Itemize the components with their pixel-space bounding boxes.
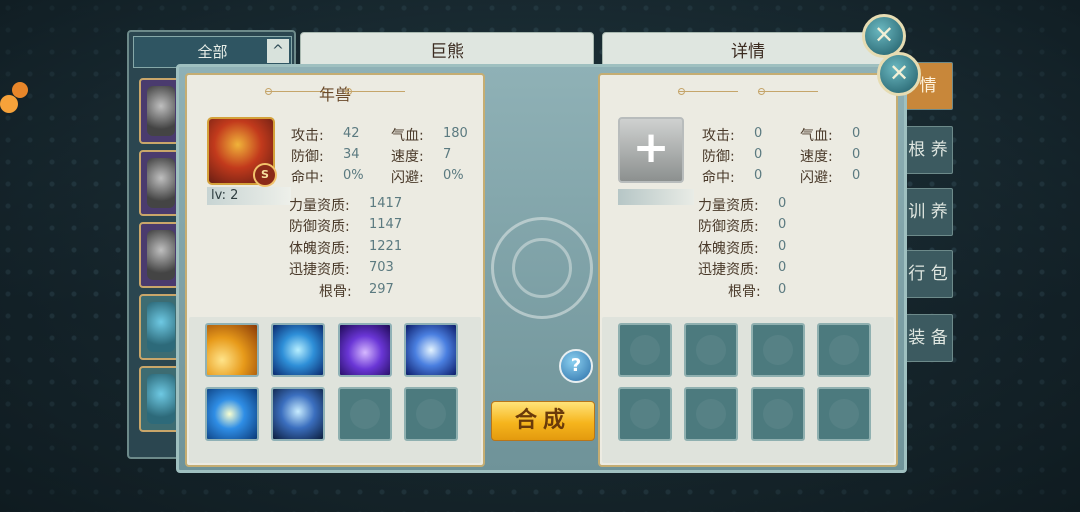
right-pet-card: + 攻击: 0 气血: 0 防御: 0 速度: 0 命中: 0 闪避: 0 力量… xyxy=(598,73,898,467)
aptitude-value: 297 xyxy=(369,282,394,297)
wolf-portrait-icon xyxy=(147,230,175,280)
title-ornament xyxy=(678,88,738,95)
side-tab-bag[interactable]: 行 包 xyxy=(903,250,953,298)
hit-label: 命中: xyxy=(702,170,735,186)
grade-badge: S xyxy=(253,163,277,187)
empty-skill-slot[interactable] xyxy=(751,323,805,377)
skills-grid xyxy=(189,317,481,463)
hit-value: 0% xyxy=(343,168,364,183)
pet-level-empty xyxy=(618,189,694,205)
aptitude-label: 防御资质: xyxy=(698,219,759,235)
side-tab-train[interactable]: 训 养 xyxy=(903,188,953,236)
dodge-value: 0% xyxy=(443,168,464,183)
hit-value: 0 xyxy=(754,168,763,183)
aptitude-label: 力量资质: xyxy=(289,198,350,214)
attack-label: 攻击: xyxy=(702,128,735,144)
defense-label: 防御: xyxy=(291,149,324,165)
attack-label: 攻击: xyxy=(291,128,324,144)
aptitude-label: 根骨: xyxy=(728,284,761,300)
combine-dialog: 年兽 S lv: 2 攻击: 42 气血: 180 防御: 34 速度: 7 命… xyxy=(176,64,907,473)
defense-label: 防御: xyxy=(702,149,735,165)
hp-label: 气血: xyxy=(800,128,833,144)
skill-slot[interactable] xyxy=(205,387,259,441)
pet-level: lv: 2 xyxy=(207,187,291,205)
dragon-emblem-icon xyxy=(491,217,593,319)
help-icon[interactable]: ? xyxy=(559,349,593,383)
defense-value: 0 xyxy=(754,147,763,162)
speed-label: 速度: xyxy=(800,149,833,165)
aptitude-value: 1221 xyxy=(369,239,403,254)
empty-skill-slot[interactable] xyxy=(618,323,672,377)
aptitude-value: 0 xyxy=(778,217,787,232)
empty-skill-slot[interactable] xyxy=(684,387,738,441)
skill-slot[interactable] xyxy=(338,323,392,377)
hp-label: 气血: xyxy=(391,128,424,144)
dodge-label: 闪避: xyxy=(391,170,424,186)
speed-value: 0 xyxy=(852,147,861,162)
defense-value: 34 xyxy=(343,147,360,162)
tab-details[interactable]: 详情 xyxy=(602,32,894,68)
aptitude-label: 迅捷资质: xyxy=(289,262,350,278)
tab-pet-name[interactable]: 巨熊 xyxy=(300,32,594,68)
aptitude-value: 0 xyxy=(778,282,787,297)
hit-label: 命中: xyxy=(291,170,324,186)
speed-value: 7 xyxy=(443,147,452,162)
aptitude-value: 0 xyxy=(778,260,787,275)
skill-slot[interactable] xyxy=(271,387,325,441)
aptitude-label: 根骨: xyxy=(319,284,352,300)
aptitude-value: 1417 xyxy=(369,196,403,211)
aptitude-value: 703 xyxy=(369,260,394,275)
skills-grid xyxy=(602,317,894,463)
attack-value: 0 xyxy=(754,126,763,141)
decoration-star-icon xyxy=(0,95,18,113)
aptitude-label: 防御资质: xyxy=(289,219,350,235)
side-tab-nurture[interactable]: 根 养 xyxy=(903,126,953,174)
title-ornament xyxy=(758,88,818,95)
title-ornament xyxy=(345,88,405,95)
plus-icon: + xyxy=(632,122,670,173)
add-pet-button[interactable]: + xyxy=(618,117,684,183)
aptitude-value: 0 xyxy=(778,196,787,211)
dodge-value: 0 xyxy=(852,168,861,183)
left-pet-card: 年兽 S lv: 2 攻击: 42 气血: 180 防御: 34 速度: 7 命… xyxy=(185,73,485,467)
aptitude-label: 体魄资质: xyxy=(698,241,759,257)
side-tab-equip[interactable]: 装 备 xyxy=(903,314,953,362)
empty-skill-slot[interactable] xyxy=(817,323,871,377)
close-icon[interactable]: ✕ xyxy=(877,52,921,96)
wolf-portrait-icon xyxy=(147,86,175,136)
empty-skill-slot[interactable] xyxy=(618,387,672,441)
combine-button[interactable]: 合成 xyxy=(491,401,595,441)
pet-avatar[interactable]: S xyxy=(207,117,277,187)
empty-skill-slot[interactable] xyxy=(817,387,871,441)
skill-slot[interactable] xyxy=(404,323,458,377)
speed-label: 速度: xyxy=(391,149,424,165)
aptitude-value: 1147 xyxy=(369,217,403,232)
aptitude-label: 迅捷资质: xyxy=(698,262,759,278)
empty-skill-slot[interactable] xyxy=(404,387,458,441)
hp-value: 180 xyxy=(443,126,468,141)
skill-slot[interactable] xyxy=(271,323,325,377)
chevron-up-icon[interactable]: ^ xyxy=(267,39,289,63)
attack-value: 42 xyxy=(343,126,360,141)
list-filter-label: 全部 xyxy=(197,43,228,61)
creature-portrait-icon xyxy=(147,302,175,352)
empty-skill-slot[interactable] xyxy=(684,323,738,377)
pet-name: 年兽 xyxy=(318,85,351,104)
hp-value: 0 xyxy=(852,126,861,141)
aptitude-label: 体魄资质: xyxy=(289,241,350,257)
skill-slot[interactable] xyxy=(205,323,259,377)
creature-portrait-icon xyxy=(147,374,175,424)
wolf-portrait-icon xyxy=(147,158,175,208)
decoration-orb-icon xyxy=(12,82,28,98)
aptitude-value: 0 xyxy=(778,239,787,254)
empty-skill-slot[interactable] xyxy=(751,387,805,441)
empty-skill-slot[interactable] xyxy=(338,387,392,441)
aptitude-label: 力量资质: xyxy=(698,198,759,214)
dodge-label: 闪避: xyxy=(800,170,833,186)
